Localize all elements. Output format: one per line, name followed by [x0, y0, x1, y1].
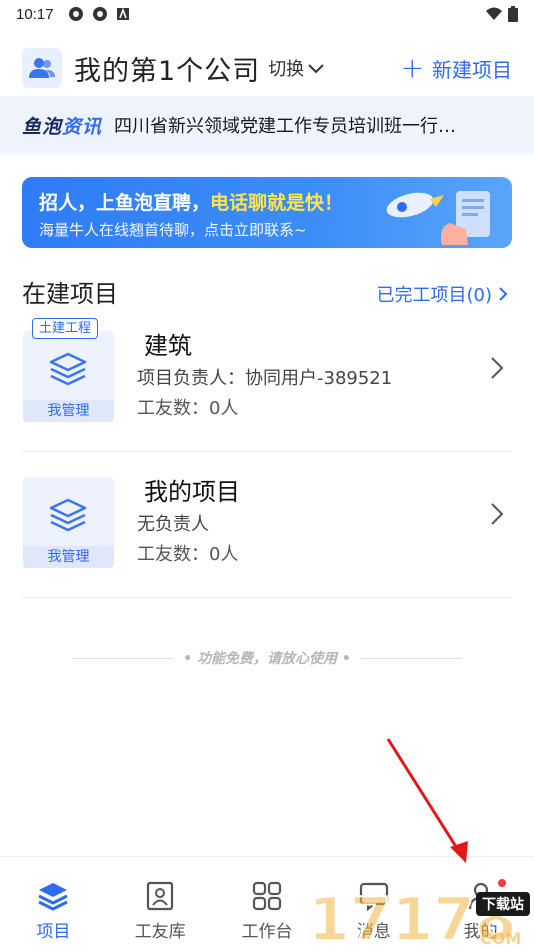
wifi-icon — [486, 7, 502, 20]
tab-workers[interactable]: 工友库 — [107, 857, 214, 950]
tab-label: 项目 — [36, 922, 71, 942]
chevron-right-icon — [499, 287, 508, 301]
project-category-tag: 土建工程 — [32, 318, 99, 339]
app-header: 我的第1个公司 切换 + 新建项目 — [0, 40, 534, 96]
message-icon — [359, 882, 388, 911]
plus-icon: + — [400, 51, 424, 84]
project-name: 建筑 — [144, 332, 192, 360]
battery-icon — [508, 6, 518, 22]
notification-dot — [497, 879, 506, 887]
recruit-banner[interactable]: 招人，上鱼泡直聘，电话聊就是快！ 海量牛人在线翘首待聊，点击立即联系~ — [22, 177, 512, 248]
bottom-tab-bar: 项目 工友库 工作台 消息 我的 — [0, 856, 534, 950]
status-system-icons — [486, 6, 518, 22]
switch-company-button[interactable]: 切换 — [268, 55, 325, 81]
status-time: 10:17 — [16, 5, 54, 23]
tab-messages[interactable]: 消息 — [320, 857, 427, 950]
manage-badge: 我管理 — [23, 400, 114, 422]
app-notification-icon — [92, 7, 107, 21]
project-owner: 无负责人 — [137, 514, 209, 535]
news-ticker[interactable]: 鱼泡资讯 四川省新兴领域党建工作专员培训班一行… — [0, 96, 534, 154]
section-title: 在建项目 — [22, 280, 118, 308]
banner-title: 招人，上鱼泡直聘，电话聊就是快！ — [39, 192, 344, 214]
layers-icon — [49, 498, 87, 532]
project-thumbnail: 我管理 — [23, 331, 114, 422]
project-owner: 项目负责人：协同用户-389521 — [137, 368, 393, 389]
tab-label: 工作台 — [241, 922, 293, 942]
divider — [360, 657, 462, 659]
divider — [72, 657, 174, 659]
project-worker-count: 工友数：0人 — [137, 544, 239, 565]
project-name: 我的项目 — [144, 478, 240, 506]
grid-icon — [252, 881, 282, 911]
status-bar: 10:17 — [0, 0, 534, 28]
watermark-badge: 下载站 — [476, 892, 530, 916]
news-logo: 鱼泡资讯 — [22, 115, 103, 138]
project-thumbnail: 我管理 — [23, 477, 114, 568]
a-notification-icon — [116, 7, 129, 20]
tab-label: 工友库 — [134, 922, 186, 942]
free-usage-note: • 功能免费，请放心使用 • — [72, 648, 462, 668]
free-usage-text: • 功能免费，请放心使用 • — [183, 651, 351, 667]
tab-label: 我的 — [463, 922, 498, 942]
project-worker-count: 工友数：0人 — [137, 398, 239, 419]
manage-badge: 我管理 — [23, 546, 114, 568]
new-project-label: 新建项目 — [432, 57, 512, 82]
completed-projects-link[interactable]: 已完工项目(0) — [377, 281, 509, 307]
new-project-button[interactable]: + 新建项目 — [401, 54, 512, 83]
project-card[interactable]: 我管理 土建工程 建筑 项目负责人：协同用户-389521 工友数：0人 — [22, 306, 512, 452]
chevron-down-icon — [308, 64, 324, 74]
annotation-arrow-icon — [386, 738, 468, 863]
app-notification-icon — [68, 7, 83, 21]
news-headline: 四川省新兴领域党建工作专员培训班一行… — [114, 116, 457, 137]
switch-label: 切换 — [268, 59, 305, 80]
tab-projects[interactable]: 项目 — [0, 857, 107, 950]
company-avatar[interactable] — [22, 48, 62, 88]
completed-projects-label: 已完工项目(0) — [376, 285, 493, 306]
tab-label: 消息 — [356, 922, 391, 942]
chevron-right-icon — [491, 503, 504, 525]
users-icon — [29, 58, 55, 78]
rocket-illustration-icon — [386, 191, 490, 245]
layers-icon — [38, 883, 69, 911]
tab-workbench[interactable]: 工作台 — [214, 857, 321, 950]
company-name: 我的第1个公司 — [74, 55, 261, 87]
banner-subtitle: 海量牛人在线翘首待聊，点击立即联系~ — [39, 221, 307, 239]
status-notification-icons — [68, 6, 130, 22]
layers-icon — [49, 352, 87, 386]
project-card[interactable]: 我管理 我的项目 无负责人 工友数：0人 — [22, 452, 512, 598]
chevron-right-icon — [491, 357, 504, 379]
contact-card-icon — [147, 881, 174, 911]
